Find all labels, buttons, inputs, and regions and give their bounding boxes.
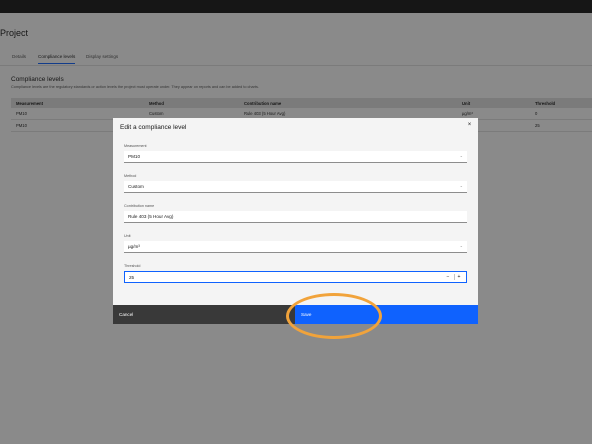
measurement-label: Measurement xyxy=(124,144,147,148)
method-value: Custom xyxy=(128,184,144,189)
save-label: Save xyxy=(301,312,312,317)
chevron-down-icon: ⌄ xyxy=(459,183,463,188)
close-icon[interactable]: × xyxy=(465,121,474,130)
method-select[interactable]: Custom ⌄ xyxy=(124,181,467,193)
contribution-value: Rule 403 (5 Hour Avg) xyxy=(128,214,174,219)
save-button[interactable]: Save xyxy=(295,305,478,324)
modal-title: Edit a compliance level xyxy=(120,124,187,131)
edit-compliance-modal: Edit a compliance level × Measurement PM… xyxy=(113,118,478,324)
cancel-label: Cancel xyxy=(119,312,134,317)
unit-select[interactable]: µg/m³ ⌄ xyxy=(124,241,467,253)
unit-label: Unit xyxy=(124,234,131,238)
threshold-value: 25 xyxy=(129,275,135,280)
threshold-input[interactable]: 25 − + xyxy=(124,271,467,283)
threshold-label: Threshold xyxy=(124,264,141,268)
chevron-down-icon: ⌄ xyxy=(459,243,463,248)
modal-footer: Cancel Save xyxy=(113,305,478,324)
measurement-value: PM10 xyxy=(128,154,141,159)
contribution-input[interactable]: Rule 403 (5 Hour Avg) xyxy=(124,211,467,223)
contribution-label: Contribution name xyxy=(124,204,155,208)
unit-value: µg/m³ xyxy=(128,244,140,249)
top-bar xyxy=(0,0,592,13)
chevron-down-icon: ⌄ xyxy=(459,153,463,158)
cancel-button[interactable]: Cancel xyxy=(113,305,295,324)
increment-button[interactable]: + xyxy=(455,273,463,281)
decrement-button[interactable]: − xyxy=(444,273,452,281)
method-label: Method xyxy=(124,174,137,178)
measurement-select[interactable]: PM10 ⌄ xyxy=(124,151,467,163)
